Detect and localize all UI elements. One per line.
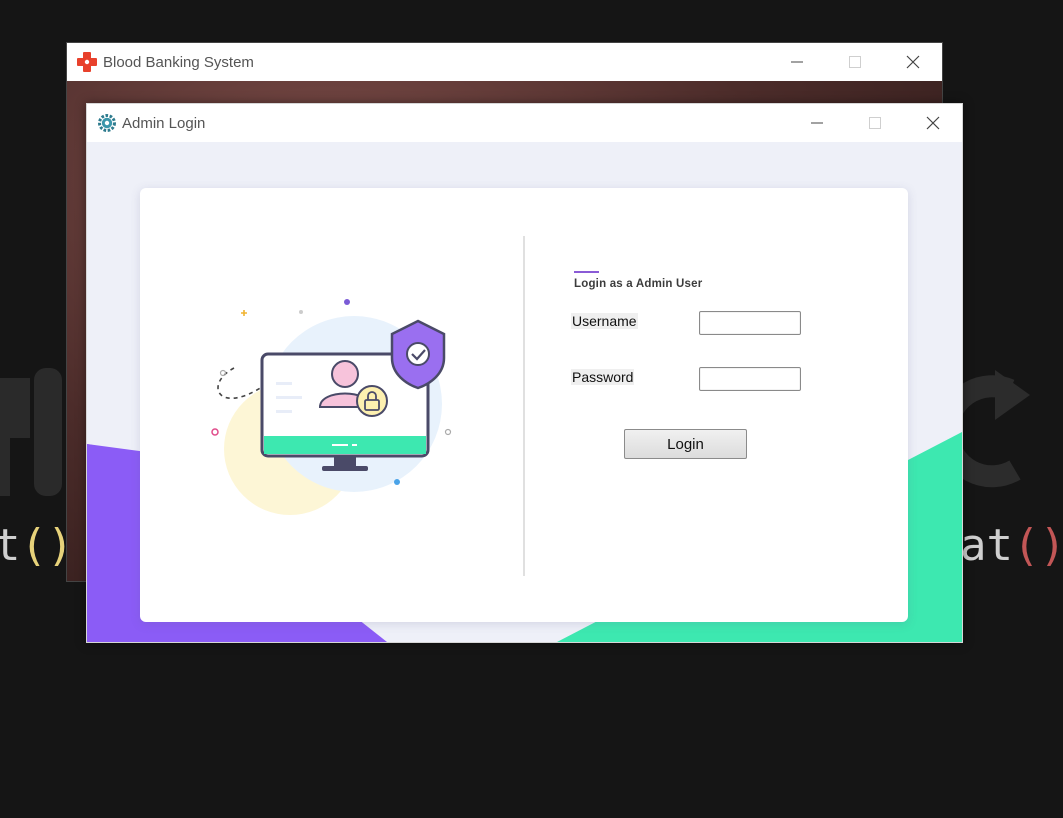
red-cross-icon (77, 52, 97, 72)
background-glyph-left (0, 368, 62, 496)
dialog-maximize-button[interactable] (846, 104, 904, 142)
maximize-icon (849, 56, 861, 68)
close-icon (926, 116, 940, 130)
vertical-divider (523, 236, 525, 576)
maximize-icon (869, 117, 881, 129)
close-button[interactable] (884, 43, 942, 81)
password-field[interactable] (699, 367, 801, 391)
minimize-icon (811, 122, 823, 124)
username-label: Username (571, 313, 638, 329)
dialog-title: Admin Login (122, 114, 206, 132)
background-code-left: t() (0, 520, 74, 571)
dialog-body: Login as a Admin User Username Password … (87, 142, 962, 642)
close-icon (906, 55, 920, 69)
username-field[interactable] (699, 311, 801, 335)
login-card: Login as a Admin User Username Password … (140, 188, 908, 622)
maximize-button[interactable] (826, 43, 884, 81)
main-window-title: Blood Banking System (103, 53, 254, 71)
login-button[interactable]: Login (624, 429, 747, 459)
login-heading: Login as a Admin User (574, 278, 703, 290)
background-refresh-glyph (955, 370, 1030, 488)
dialog-close-button[interactable] (904, 104, 962, 142)
main-titlebar[interactable]: Blood Banking System (67, 43, 942, 81)
password-label: Password (571, 369, 635, 385)
heading-accent-line (574, 271, 599, 273)
dialog-minimize-button[interactable] (788, 104, 846, 142)
minimize-button[interactable] (768, 43, 826, 81)
dialog-titlebar[interactable]: Admin Login (87, 104, 962, 142)
background-code-right: at() (960, 520, 1063, 571)
gear-icon (98, 114, 116, 132)
computer-user-security-illustration (211, 299, 452, 515)
admin-login-dialog: Admin Login Login as a Admin User Userna… (86, 103, 963, 643)
minimize-icon (791, 61, 803, 63)
